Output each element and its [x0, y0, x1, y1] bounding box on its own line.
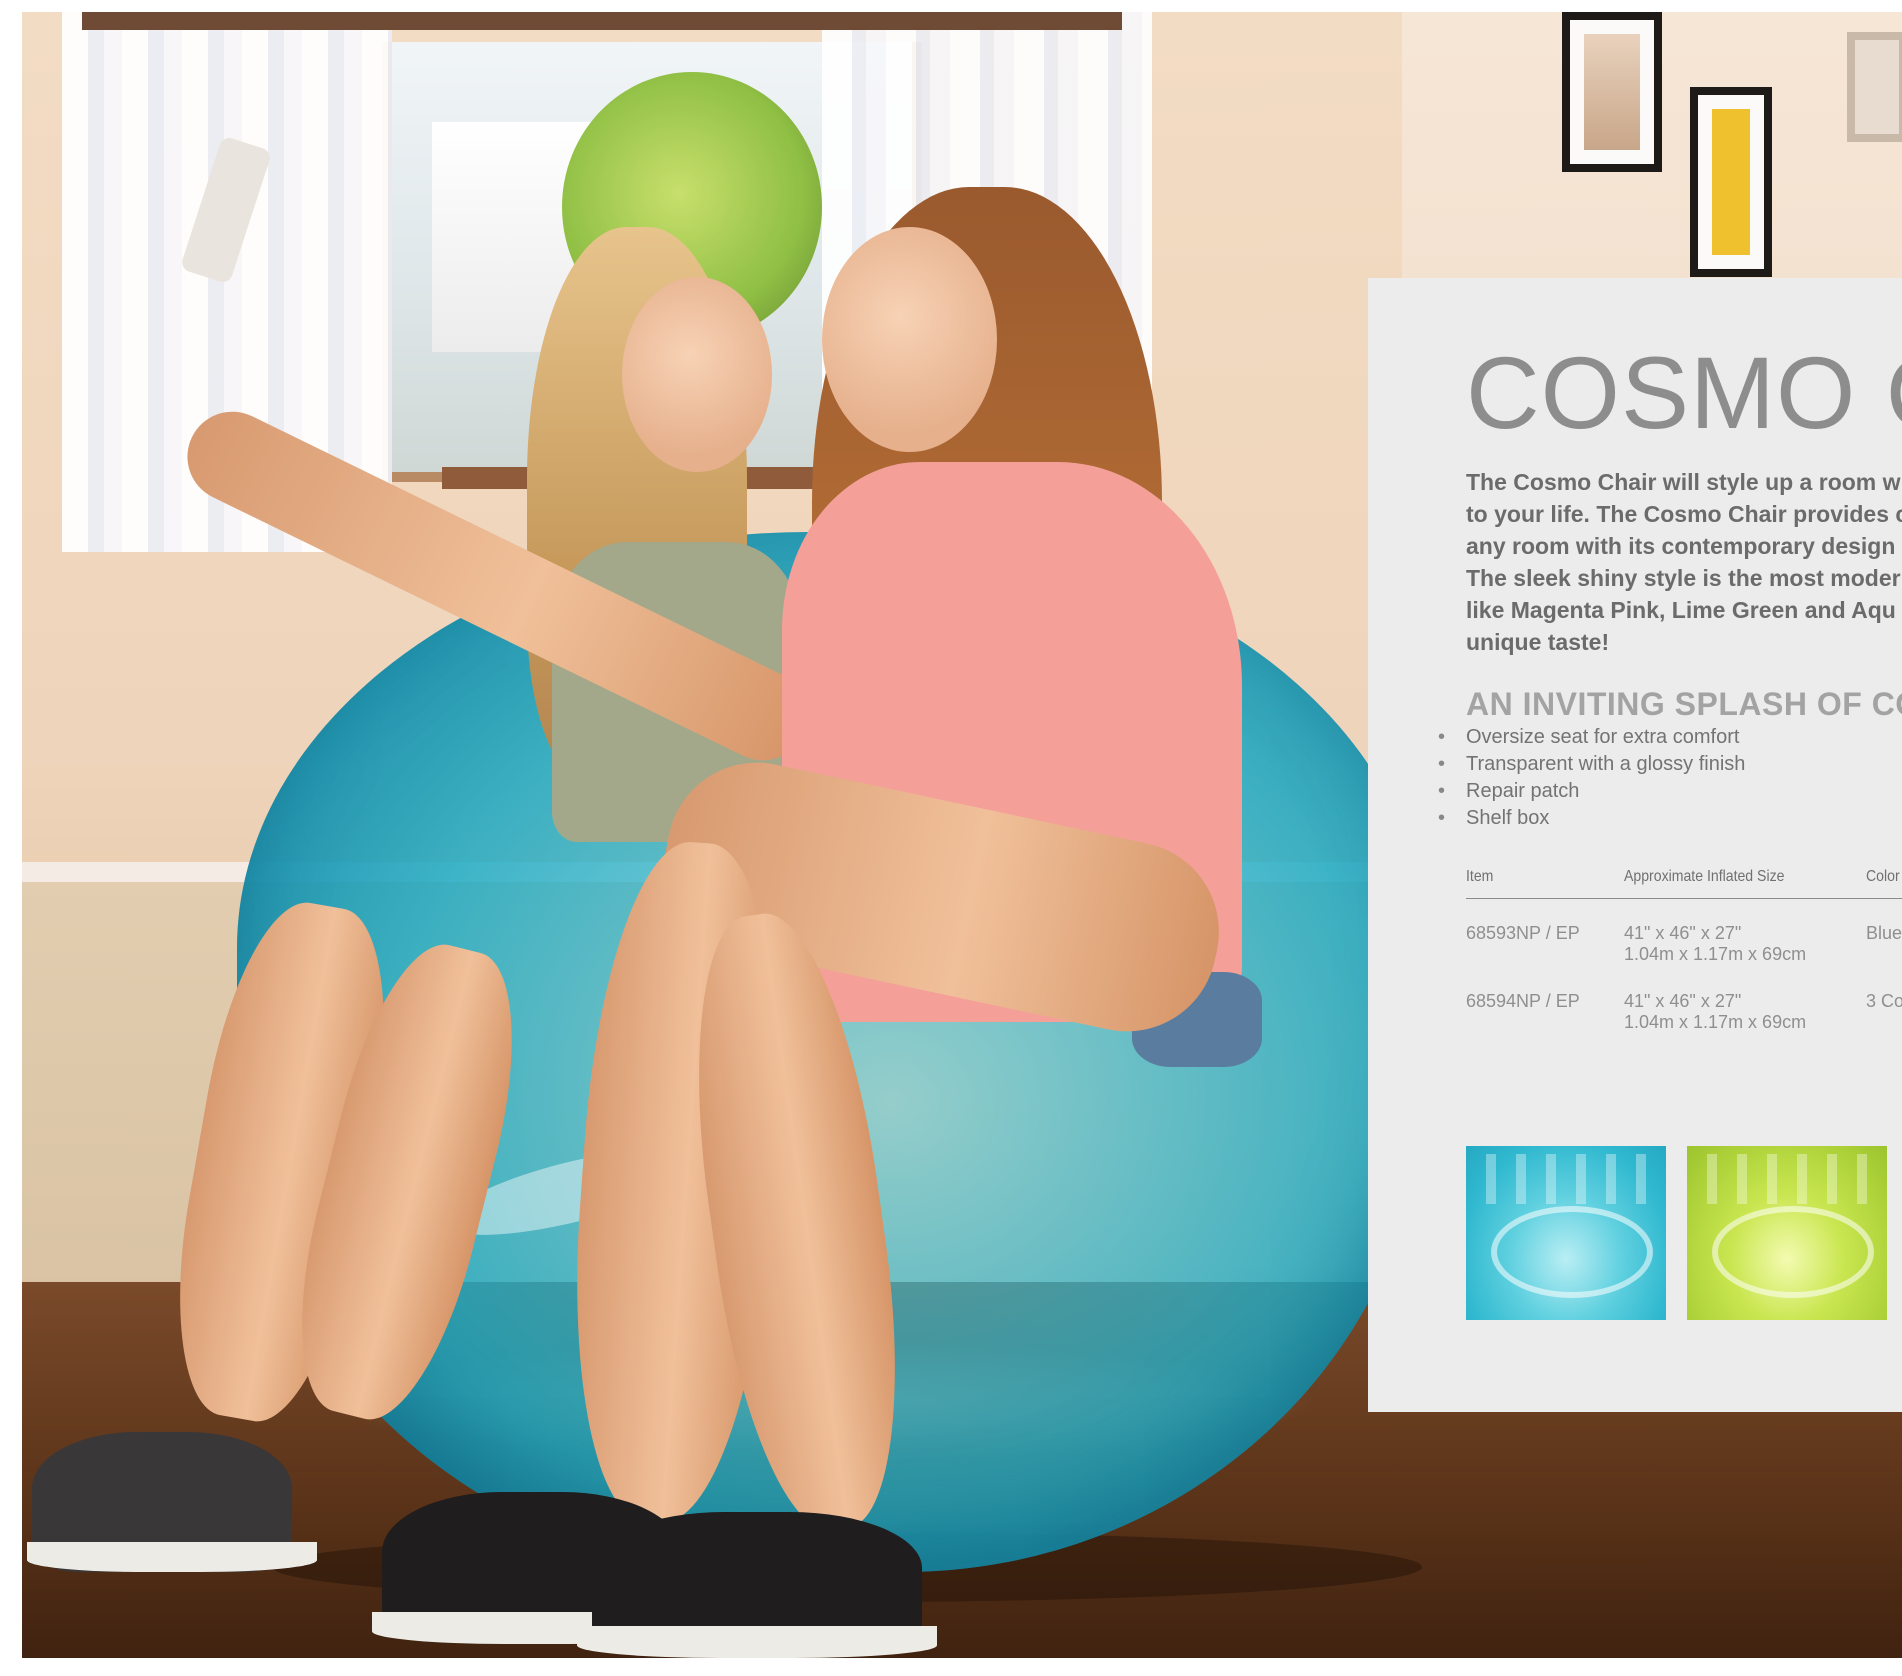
cell-color: 3 Co [1866, 991, 1902, 1011]
curtain-rod [82, 12, 1122, 30]
cell-item: 68593NP / EP [1466, 923, 1580, 943]
description-line: any room with its contemporary design [1466, 533, 1896, 559]
section-subheading: AN INVITING SPLASH OF CO [1466, 686, 1902, 722]
cell-size-imperial: 41" x 46" x 27" [1624, 991, 1742, 1011]
table-row: 68594NP / EP 41" x 46" x 27" 1.04m x 1.1… [1466, 991, 1902, 1059]
cell-size-metric: 1.04m x 1.17m x 69cm [1624, 1012, 1807, 1032]
feature-item: • Oversize seat for extra comfort [1438, 724, 1745, 751]
product-description: The Cosmo Chair will style up a room w t… [1466, 466, 1902, 658]
product-title: COSMO C [1466, 336, 1902, 450]
bullet-icon: • [1438, 807, 1446, 829]
wall-frame-2 [1690, 87, 1772, 277]
description-line: The Cosmo Chair will style up a room w [1466, 469, 1901, 495]
brunette-shoe-2-sole [577, 1626, 937, 1658]
description-line: like Magenta Pink, Lime Green and Aqu [1466, 597, 1896, 623]
blonde-shoe-sole [27, 1542, 317, 1572]
bullet-icon: • [1438, 780, 1446, 802]
bullet-icon: • [1438, 726, 1446, 748]
brunette-face [822, 227, 997, 452]
cell-size-imperial: 41" x 46" x 27" [1624, 923, 1742, 943]
cell-item: 68594NP / EP [1466, 991, 1580, 1011]
feature-text: Repair patch [1466, 780, 1580, 802]
feature-text: Oversize seat for extra comfort [1466, 726, 1740, 748]
header-item: Item [1466, 868, 1494, 885]
cell-size-metric: 1.04m x 1.17m x 69cm [1624, 944, 1807, 964]
wall-frame-3 [1847, 32, 1902, 142]
feature-item: • Shelf box [1438, 805, 1745, 832]
feature-item: • Repair patch [1438, 778, 1745, 805]
description-line: unique taste! [1466, 629, 1610, 655]
feature-text: Transparent with a glossy finish [1466, 753, 1746, 775]
blonde-face [622, 277, 772, 472]
bullet-icon: • [1438, 753, 1446, 775]
description-line: The sleek shiny style is the most moder [1466, 565, 1901, 591]
feature-item: • Transparent with a glossy finish [1438, 751, 1745, 778]
spec-table: Item Approximate Inflated Size Color 685… [1466, 862, 1902, 1059]
header-size: Approximate Inflated Size [1624, 868, 1785, 885]
wall-frame-1 [1562, 12, 1662, 172]
feature-list: • Oversize seat for extra comfort • Transp… [1438, 724, 1745, 832]
description-line: to your life. The Cosmo Chair provides c [1466, 501, 1902, 527]
header-color: Color [1866, 868, 1900, 885]
spec-table-header: Item Approximate Inflated Size Color [1466, 862, 1902, 899]
cell-color: Blue [1866, 923, 1902, 943]
color-swatch-blue [1466, 1146, 1666, 1320]
table-row: 68593NP / EP 41" x 46" x 27" 1.04m x 1.1… [1466, 923, 1902, 991]
feature-text: Shelf box [1466, 807, 1550, 829]
color-swatch-lime-green [1687, 1146, 1887, 1320]
product-info-panel: COSMO C The Cosmo Chair will style up a … [1368, 278, 1902, 1412]
